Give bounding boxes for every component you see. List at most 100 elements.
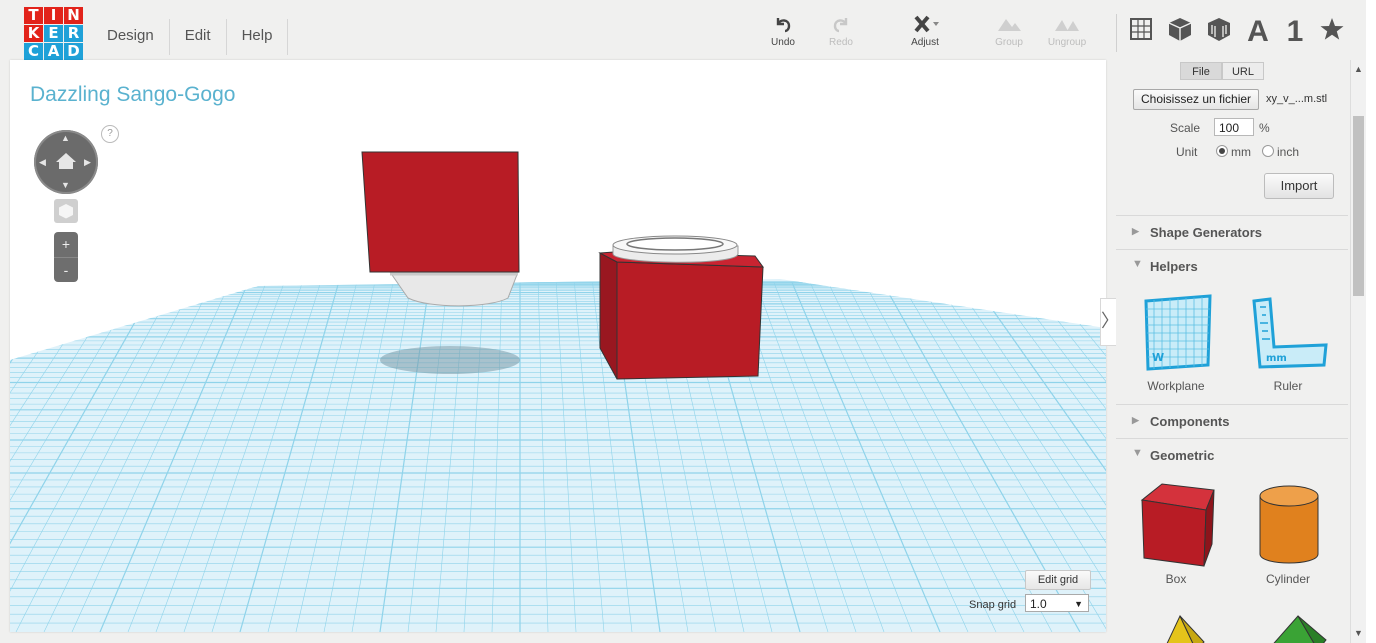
snap-grid-label: Snap grid [969,599,1017,611]
ungroup-button[interactable]: Ungroup [1037,14,1097,58]
pyramid-shape-icon [1166,614,1205,643]
design-title[interactable]: Dazzling Sango-Gogo [30,83,235,107]
orbit-down-arrow[interactable]: ▼ [61,180,70,190]
expanded-arrow-icon: ▼ [1132,447,1143,459]
choose-file-button[interactable]: Choisissez un fichier [1133,89,1260,110]
star-icon[interactable] [1315,14,1349,48]
menu-edit[interactable]: Edit [170,19,227,55]
expanded-arrow-icon: ▼ [1132,258,1143,270]
group-icon [998,19,1021,31]
menu-help[interactable]: Help [227,19,289,55]
shape-pyramid[interactable] [1130,610,1222,643]
zoom-in-button[interactable]: + [54,232,78,258]
logo-cell: T [24,7,43,24]
import-button[interactable]: Import [1264,173,1334,199]
collapse-panel-button[interactable]: 〉 [1100,298,1119,346]
logo-cell: I [44,7,63,24]
logo-cell: R [64,25,83,42]
unit-inch-label: inch [1277,145,1300,159]
tab-url[interactable]: URL [1222,62,1264,80]
snap-grid-value: 1.0 [1030,597,1047,611]
section-shape-generators[interactable]: ▶ Shape Generators [1116,215,1348,248]
orbit-control[interactable]: ▲ ▼ ◀ ▶ [34,130,98,194]
top-bar: T I N K E R C A D Design Edit Help Undo … [0,0,1376,64]
shape-label: Box [1165,572,1187,586]
section-geometric[interactable]: ▼ Geometric [1116,438,1348,471]
logo-cell: D [64,43,83,60]
workplane-grid-icon[interactable] [1124,14,1158,48]
toolbar-divider [1116,14,1117,52]
adjust-label: Adjust [911,37,939,48]
shape-cylinder[interactable]: Cylinder [1242,480,1334,586]
logo-cell: C [24,43,43,60]
section-label: Shape Generators [1150,225,1262,240]
box-view-icon[interactable] [1163,14,1197,48]
logo-cell: K [24,25,43,42]
undo-label: Undo [771,37,795,48]
shape-box[interactable]: Box [1130,480,1222,586]
orbit-up-arrow[interactable]: ▲ [61,133,70,143]
number-shape-icon[interactable]: 1 [1278,14,1312,48]
help-icon[interactable]: ? [101,125,119,143]
unit-inch-radio[interactable] [1262,145,1274,157]
unit-mm-label: mm [1231,145,1251,159]
design-canvas[interactable]: Dazzling Sango-Gogo ▲ ▼ ◀ ▶ ? + - Edit g… [10,60,1106,632]
ungroup-icon [1055,20,1079,31]
helper-workplane[interactable]: W Workplane [1130,293,1222,393]
main-menu: Design Edit Help [92,19,289,55]
cylinder-shape-icon [1259,485,1319,564]
tab-file[interactable]: File [1180,62,1222,80]
logo-cell: A [44,43,63,60]
shape-roof[interactable] [1242,610,1334,643]
section-components[interactable]: ▶ Components [1116,404,1348,437]
redo-button[interactable]: Redo [811,14,871,58]
view-cube-icon[interactable] [54,199,78,223]
section-label: Components [1150,414,1230,429]
snap-grid-select[interactable]: 1.0 ▼ [1025,594,1089,612]
box-shape-icon [1140,483,1215,567]
scroll-down-arrow[interactable]: ▼ [1354,628,1363,638]
ground-box-shape [616,261,764,380]
scroll-up-arrow[interactable]: ▲ [1354,64,1363,74]
ruler-icon: mm [1252,297,1328,369]
logo-cell: N [64,7,83,24]
logo-cell: E [44,25,63,42]
window-edge [1366,0,1376,643]
svg-text:W: W [1152,351,1164,364]
menu-design[interactable]: Design [92,19,170,55]
zoom-out-button[interactable]: - [54,258,78,283]
collapsed-arrow-icon: ▶ [1132,415,1139,425]
home-icon[interactable] [55,151,77,171]
unit-label: Unit [1176,145,1198,159]
group-label: Group [995,37,1023,48]
helper-ruler[interactable]: mm Ruler [1242,293,1334,393]
undo-icon [776,18,791,33]
scale-unit: % [1259,121,1270,135]
edit-grid-button[interactable]: Edit grid [1025,570,1091,590]
adjust-button[interactable]: Adjust [895,14,955,58]
section-label: Geometric [1150,448,1215,463]
svg-text:mm: mm [1266,353,1287,364]
roof-shape-icon [1273,615,1327,643]
zoom-control: + - [54,232,78,282]
scale-input[interactable]: 100 [1214,118,1254,136]
panel-scrollbar[interactable]: ▲ ▼ [1350,60,1367,643]
scrollbar-thumb[interactable] [1353,116,1364,296]
text-shape-icon[interactable]: A [1241,14,1275,48]
group-button[interactable]: Group [979,14,1039,58]
selected-file-name: xy_v_...m.stl [1266,93,1328,105]
orbit-left-arrow[interactable]: ◀ [39,157,46,168]
wireframe-cube-icon[interactable] [1202,14,1236,48]
undo-button[interactable]: Undo [753,14,813,58]
section-helpers[interactable]: ▼ Helpers [1116,249,1348,282]
helper-label: Workplane [1147,379,1205,393]
unit-mm-radio[interactable] [1216,145,1228,157]
redo-icon [833,18,848,33]
shape-label: Cylinder [1265,572,1310,586]
orbit-right-arrow[interactable]: ▶ [84,157,91,168]
collapsed-arrow-icon: ▶ [1132,226,1139,236]
ungroup-label: Ungroup [1047,37,1087,48]
workplane-icon: W [1144,294,1212,371]
dropdown-arrow-icon: ▼ [1074,599,1083,609]
tinkercad-logo[interactable]: T I N K E R C A D [24,7,86,67]
